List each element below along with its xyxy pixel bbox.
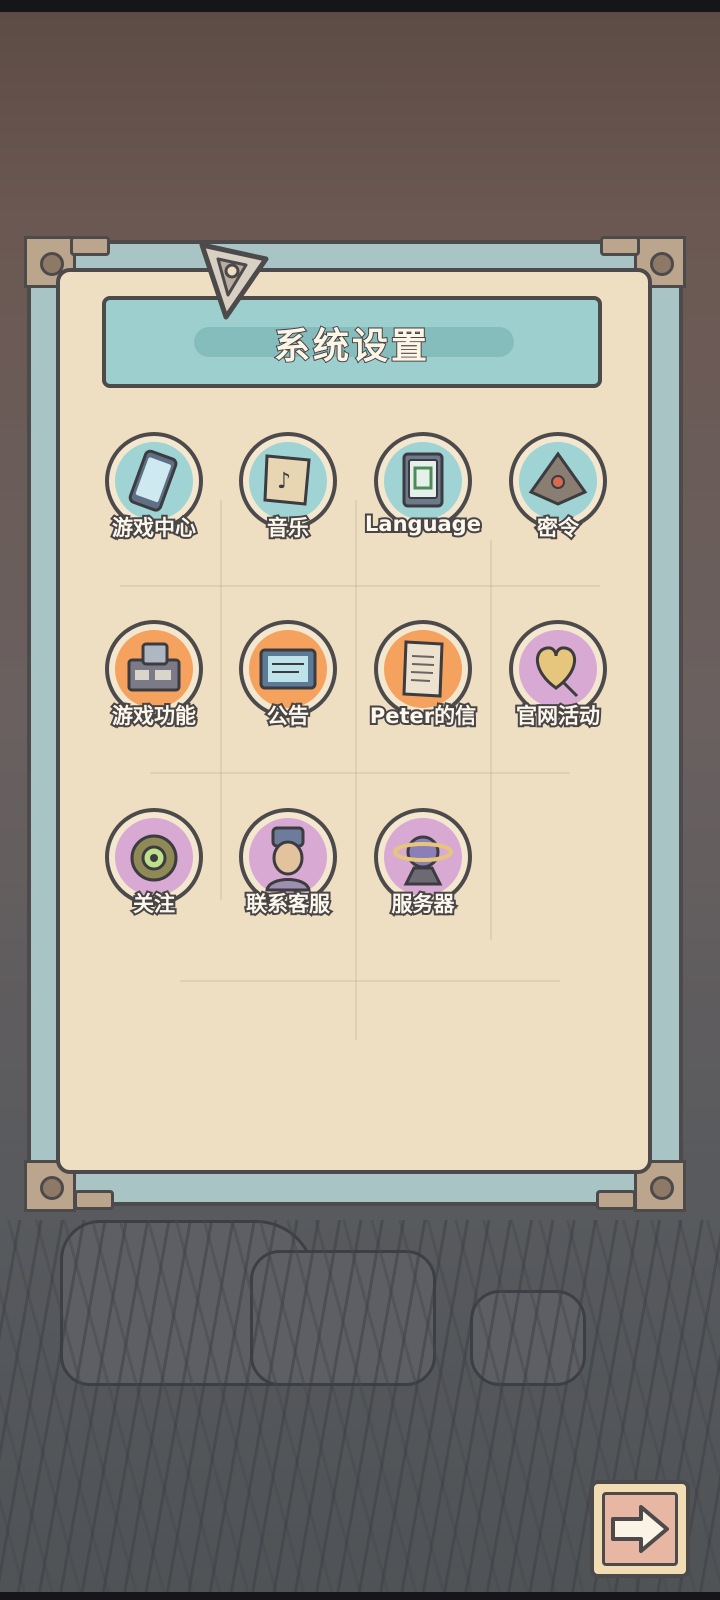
menu-item-label: 关注	[131, 890, 177, 918]
menu-item-server[interactable]: 服务器	[363, 808, 483, 938]
triangle-tag-icon	[199, 242, 269, 320]
menu-item-secret-code[interactable]: 密令	[498, 432, 618, 562]
menu-item-announcement[interactable]: 公告	[228, 620, 348, 750]
menu-item-follow[interactable]: 关注	[94, 808, 214, 938]
grid-line	[120, 585, 600, 587]
menu-item-language[interactable]: Language	[363, 432, 483, 562]
menu-item-label: 官网活动	[514, 702, 602, 730]
menu-item-peters-letter[interactable]: Peter的信	[363, 620, 483, 750]
menu-item-contact-support[interactable]: 联系客服	[228, 808, 348, 938]
menu-item-label: Peter的信	[368, 702, 478, 730]
dialog-title: 系统设置	[273, 325, 430, 368]
amulet-icon	[130, 834, 178, 882]
frame-hinge	[596, 1190, 636, 1210]
letter-icon	[402, 640, 444, 698]
menu-item-label: 游戏中心	[110, 514, 198, 542]
menu-item-label: 公告	[265, 702, 311, 730]
next-button[interactable]	[590, 1480, 690, 1578]
grid-line	[355, 500, 357, 1040]
pharaoh-icon	[265, 826, 311, 892]
menu-item-label: 密令	[535, 514, 581, 542]
menu-item-music[interactable]: ♪ 音乐	[228, 432, 348, 562]
next-button-face	[602, 1492, 678, 1566]
menu-item-label: 联系客服	[244, 890, 332, 918]
navigation-bar	[0, 1592, 720, 1600]
svg-text:♪: ♪	[277, 469, 291, 494]
planet-icon	[393, 835, 453, 886]
frame-hinge	[70, 236, 110, 256]
status-bar	[0, 0, 720, 12]
menu-item-label: 音乐	[265, 514, 311, 542]
menu-item-label: Language	[363, 510, 483, 538]
mahjong-tile-icon	[402, 452, 444, 508]
game-screen: 系统设置 游戏中心 ♪ 音乐 Language 密令 游戏功能 公告 Peter…	[0, 0, 720, 1600]
grid-line	[150, 772, 570, 774]
pyramid-eye-icon	[528, 451, 588, 506]
grid-line	[180, 980, 560, 982]
title-banner: 系统设置	[102, 296, 602, 388]
arrow-right-icon	[611, 1505, 669, 1553]
machine-icon	[127, 642, 181, 692]
menu-item-label: 游戏功能	[110, 702, 198, 730]
phone-icon	[128, 449, 178, 512]
frame-hinge	[600, 236, 640, 256]
menu-item-game-center[interactable]: 游戏中心	[94, 432, 214, 562]
music-scroll-icon: ♪	[263, 454, 311, 506]
notice-board-icon	[259, 648, 317, 690]
frame-hinge	[74, 1190, 114, 1210]
menu-item-official-events[interactable]: 官网活动	[498, 620, 618, 750]
menu-item-label: 服务器	[390, 890, 457, 918]
menu-item-game-features[interactable]: 游戏功能	[94, 620, 214, 750]
heart-balloon-icon	[535, 646, 579, 698]
grid-line	[490, 540, 492, 940]
